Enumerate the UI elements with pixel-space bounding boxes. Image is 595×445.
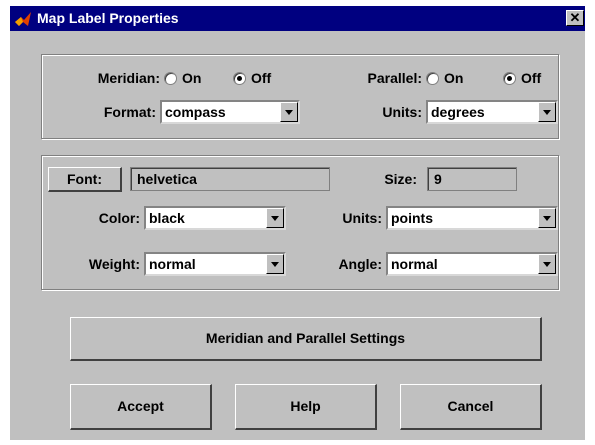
font-units-select[interactable]: points	[386, 206, 558, 230]
weight-select[interactable]: normal	[144, 252, 286, 276]
size-label: Size:	[384, 171, 417, 187]
size-value: 9	[434, 171, 442, 187]
radio-selected-dot	[507, 76, 512, 81]
radio-selected-dot	[237, 76, 242, 81]
chevron-down-icon[interactable]	[266, 254, 284, 274]
title-bar: Map Label Properties ✕	[10, 6, 585, 31]
chevron-down-icon[interactable]	[538, 102, 556, 122]
size-field[interactable]: 9	[427, 167, 517, 191]
meridian-on-radio[interactable]	[164, 72, 177, 85]
angle-select[interactable]: normal	[386, 252, 558, 276]
weight-select-value: normal	[149, 256, 196, 272]
font-name-field: helvetica	[130, 167, 330, 191]
font-units-label: Units:	[342, 210, 382, 226]
color-select[interactable]: black	[144, 206, 286, 230]
parallel-label: Parallel:	[367, 70, 422, 86]
grid-units-select[interactable]: degrees	[426, 100, 558, 124]
close-icon[interactable]: ✕	[566, 10, 584, 26]
chevron-down-icon[interactable]	[538, 254, 556, 274]
grid-units-select-value: degrees	[431, 104, 485, 120]
parallel-off-label[interactable]: Off	[521, 69, 541, 87]
cancel-button[interactable]: Cancel	[400, 384, 542, 430]
font-button[interactable]: Font:	[48, 167, 122, 192]
help-button[interactable]: Help	[235, 384, 377, 430]
meridian-label: Meridian:	[97, 70, 160, 86]
matlab-logo-icon	[14, 10, 32, 28]
parallel-on-label[interactable]: On	[444, 69, 463, 87]
color-label: Color:	[98, 210, 140, 226]
meridian-off-label[interactable]: Off	[251, 69, 271, 87]
weight-label: Weight:	[88, 256, 140, 272]
grid-units-label: Units:	[382, 104, 422, 120]
chevron-down-icon[interactable]	[538, 208, 556, 228]
dialog-window: Map Label Properties ✕ Meridian: On Off …	[10, 6, 585, 440]
color-select-value: black	[149, 210, 185, 226]
parallel-off-radio[interactable]	[503, 72, 516, 85]
chevron-down-icon[interactable]	[266, 208, 284, 228]
grid-settings-group	[41, 54, 559, 139]
font-units-select-value: points	[391, 210, 433, 226]
meridian-on-label[interactable]: On	[182, 69, 201, 87]
angle-select-value: normal	[391, 256, 438, 272]
meridian-off-radio[interactable]	[233, 72, 246, 85]
format-select-value: compass	[165, 104, 226, 120]
window-title: Map Label Properties	[37, 10, 179, 26]
format-label: Format:	[103, 104, 156, 120]
angle-label: Angle:	[338, 256, 382, 272]
meridian-parallel-settings-button[interactable]: Meridian and Parallel Settings	[70, 317, 542, 361]
chevron-down-icon[interactable]	[280, 102, 298, 122]
font-name-value: helvetica	[137, 171, 197, 187]
format-select[interactable]: compass	[160, 100, 300, 124]
parallel-on-radio[interactable]	[426, 72, 439, 85]
accept-button[interactable]: Accept	[70, 384, 212, 430]
